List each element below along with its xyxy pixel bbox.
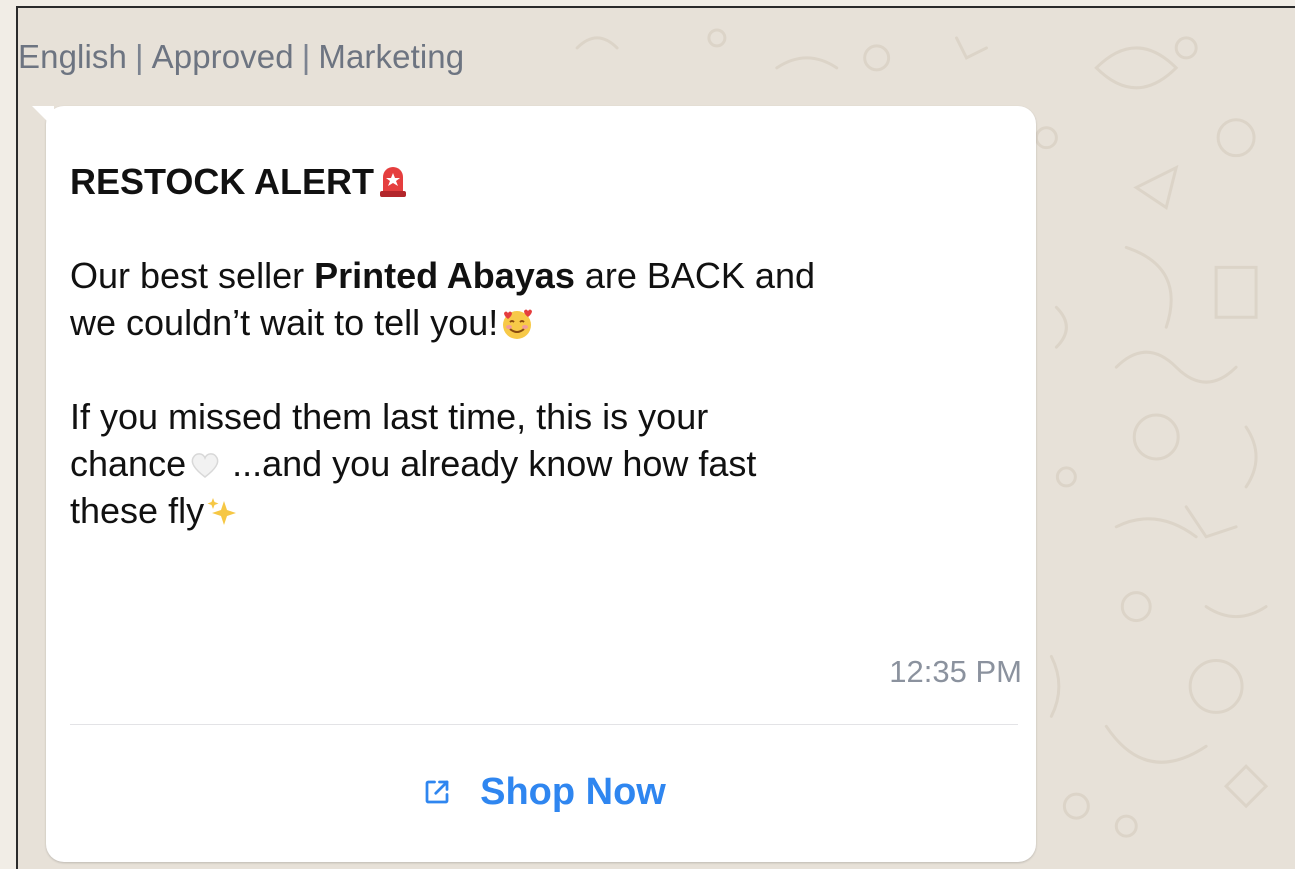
template-name-cropped <box>36 8 466 12</box>
rotating-light-icon <box>380 166 407 197</box>
line4-post: ...and you already know how fast <box>222 443 757 484</box>
meta-separator: | <box>134 38 144 75</box>
message-timestamp: 12:35 PM <box>889 654 1022 689</box>
shop-now-label: Shop Now <box>480 770 666 813</box>
template-language: English <box>18 38 127 75</box>
line1-post: are BACK and <box>574 255 815 296</box>
template-meta: English | Approved | Marketing <box>18 38 464 76</box>
message-paragraph-2: If you missed them last time, this is yo… <box>70 393 1010 534</box>
line3: If you missed them last time, this is yo… <box>70 396 709 437</box>
message-body: RESTOCK ALERT Our best seller Printed Ab… <box>70 158 1010 534</box>
line5: these fly <box>70 490 205 531</box>
template-category: Marketing <box>318 38 465 75</box>
bubble-tail <box>32 106 54 128</box>
line4-pre: chance <box>70 443 187 484</box>
headline-text: RESTOCK ALERT <box>70 161 375 202</box>
line1-pre: Our best seller <box>70 255 315 296</box>
sparkles-icon <box>207 498 237 525</box>
meta-separator: | <box>301 38 311 75</box>
white-heart-icon <box>191 453 219 478</box>
template-status: Approved <box>151 38 294 75</box>
shop-now-button[interactable]: Shop Now <box>70 746 1018 838</box>
message-bubble: RESTOCK ALERT Our best seller Printed Ab… <box>32 106 1036 862</box>
line2: we couldn’t wait to tell you! <box>70 302 499 343</box>
chat-panel: English | Approved | Marketing RESTOCK ALERT… <box>16 6 1295 869</box>
product-name: Printed Abayas <box>314 255 575 296</box>
message-paragraph-1: Our best seller Printed Abayas are BACK … <box>70 252 1010 346</box>
message-headline: RESTOCK ALERT <box>70 158 1010 205</box>
button-divider <box>70 724 1018 725</box>
external-link-icon <box>425 780 449 804</box>
smiling-face-with-hearts-icon <box>503 309 533 339</box>
